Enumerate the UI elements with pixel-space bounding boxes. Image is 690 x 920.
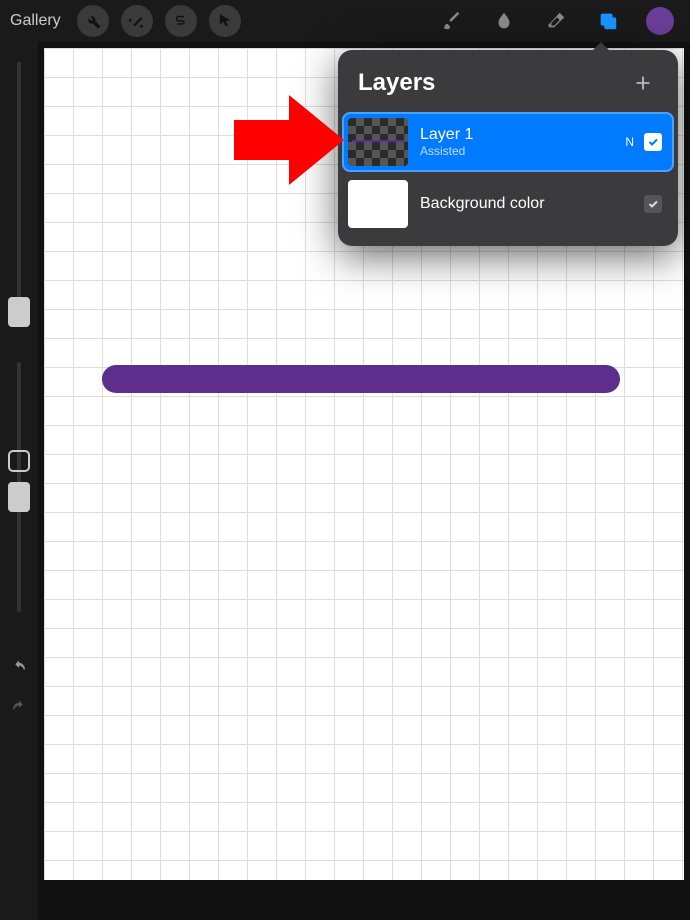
layer-thumbnail[interactable]	[348, 118, 408, 166]
paintbrush-icon	[441, 10, 463, 32]
wrench-icon	[84, 12, 102, 30]
layer-name-label: Layer 1	[420, 126, 625, 144]
smudge-button[interactable]	[484, 1, 524, 41]
gallery-button[interactable]: Gallery	[10, 12, 61, 30]
opacity-slider-handle[interactable]	[8, 482, 30, 512]
check-icon	[647, 198, 659, 210]
layer-info: Layer 1 Assisted	[420, 126, 625, 158]
adjustments-button[interactable]	[121, 5, 153, 37]
layer-row-selected[interactable]: Layer 1 Assisted N	[342, 112, 674, 172]
layers-panel: Layers Layer 1 Assisted N Background col…	[338, 50, 678, 246]
undo-icon	[10, 659, 28, 677]
layer-row[interactable]: Background color	[344, 176, 672, 232]
layer-visibility-checkbox[interactable]	[644, 133, 662, 151]
layer-thumbnail[interactable]	[348, 180, 408, 228]
undo-button[interactable]	[8, 657, 30, 679]
blend-mode-label[interactable]: N	[625, 135, 634, 149]
layer-subtitle-label: Assisted	[420, 144, 625, 158]
cursor-arrow-icon	[216, 12, 234, 30]
brush-size-slider-handle[interactable]	[8, 297, 30, 327]
color-picker-button[interactable]	[640, 1, 680, 41]
selection-s-icon	[172, 12, 190, 30]
drawn-stroke	[102, 365, 620, 393]
layer-name-label: Background color	[420, 195, 644, 213]
layers-panel-header: Layers	[338, 50, 678, 112]
modify-button[interactable]	[8, 450, 30, 472]
layer-visibility-checkbox[interactable]	[644, 195, 662, 213]
smudge-icon	[493, 10, 515, 32]
left-sidebar	[0, 42, 38, 920]
brush-button[interactable]	[432, 1, 472, 41]
actions-button[interactable]	[77, 5, 109, 37]
brush-size-slider-track	[17, 62, 21, 312]
layers-button[interactable]	[588, 1, 628, 41]
top-toolbar: Gallery	[0, 0, 690, 42]
current-color-swatch	[646, 7, 674, 35]
transform-button[interactable]	[209, 5, 241, 37]
add-layer-button[interactable]	[628, 68, 658, 98]
plus-icon	[632, 72, 654, 94]
magic-wand-icon	[128, 12, 146, 30]
redo-button[interactable]	[8, 697, 30, 719]
check-icon	[647, 136, 659, 148]
redo-icon	[10, 699, 28, 717]
eraser-icon	[545, 10, 567, 32]
layers-panel-title: Layers	[358, 69, 435, 97]
selection-button[interactable]	[165, 5, 197, 37]
layer-info: Background color	[420, 195, 644, 213]
eraser-button[interactable]	[536, 1, 576, 41]
layers-icon	[597, 10, 619, 32]
